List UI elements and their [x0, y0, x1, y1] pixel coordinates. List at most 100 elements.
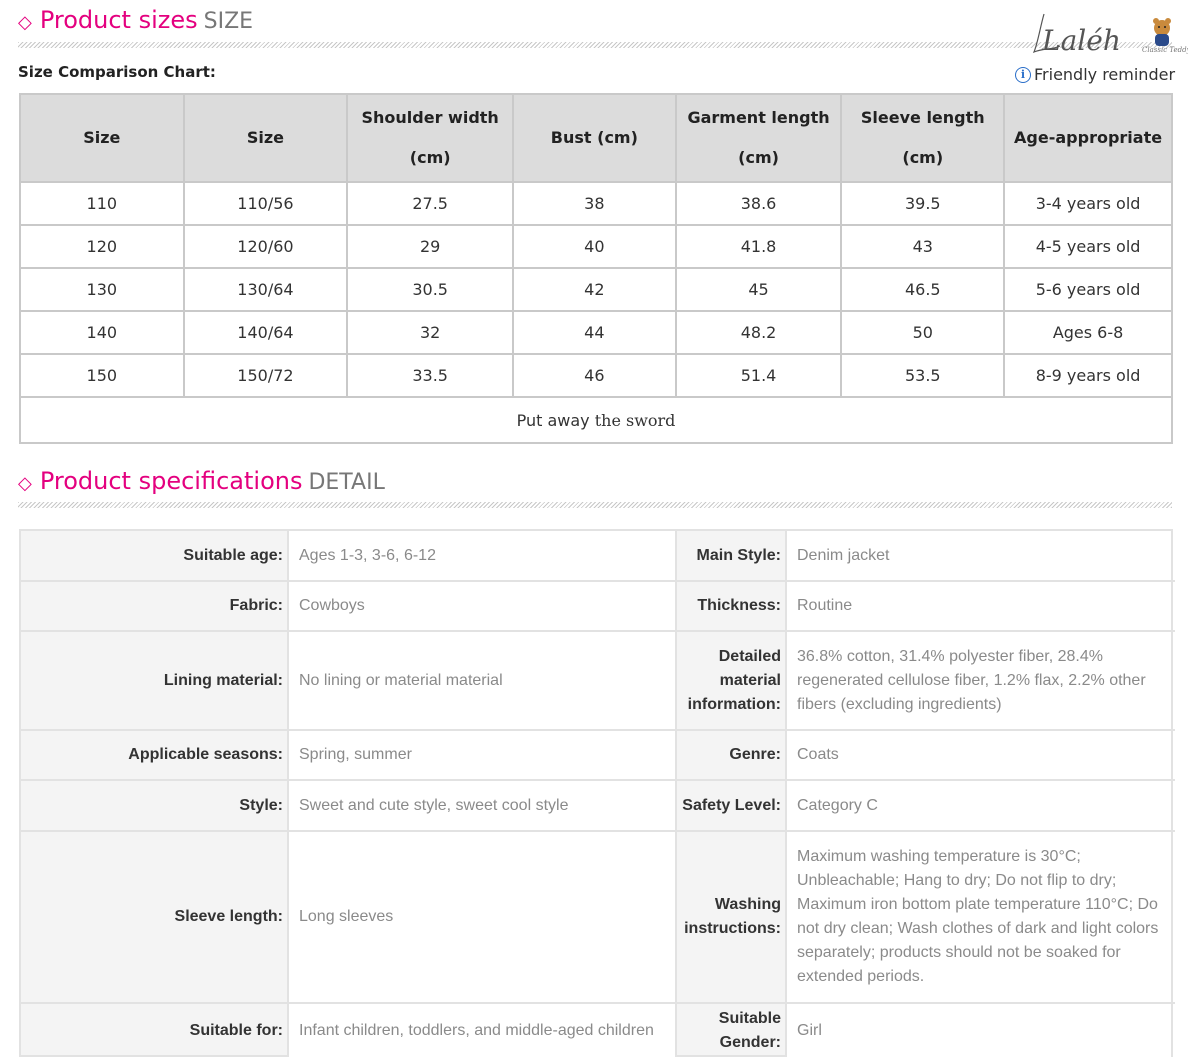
table-cell: 42: [512, 267, 677, 312]
table-cell: 30.5: [346, 267, 515, 312]
specifications-table: Suitable age: Ages 1-3, 3-6, 6-12 Main S…: [19, 529, 1175, 1057]
table-cell: 39.5: [840, 181, 1006, 226]
table-cell: 150/72: [182, 353, 349, 398]
table-cell: 53.5: [840, 353, 1006, 398]
table-row: 110 110/56 27.5 38 38.6 39.5 3-4 years o…: [19, 181, 1173, 226]
table-cell: 48.2: [674, 310, 843, 355]
table-cell: 33.5: [346, 353, 515, 398]
spec-row: Suitable for: Infant children, toddlers,…: [21, 1004, 1175, 1057]
spec-label: Fabric:: [229, 597, 283, 614]
table-row: 140 140/64 32 44 48.2 50 Ages 6-8: [19, 310, 1173, 355]
spec-value: Girl: [785, 1004, 1173, 1057]
spec-value: Maximum washing temperature is 30°C; Unb…: [785, 832, 1173, 1002]
spec-row: Applicable seasons: Spring, summer Genre…: [21, 731, 1175, 781]
footer-text-b: the sword: [594, 410, 676, 430]
logo-wordmark: Laléh: [1041, 24, 1121, 57]
table-cell: 120/60: [182, 224, 349, 269]
diamond-icon: ◇: [18, 473, 32, 494]
table-cell: 38: [512, 181, 677, 226]
table-cell: 29: [346, 224, 515, 269]
table-cell: 43: [840, 224, 1006, 269]
spec-value: Category C: [785, 781, 1173, 830]
table-row: 150 150/72 33.5 46 51.4 53.5 8-9 years o…: [19, 353, 1173, 398]
info-icon: i: [1015, 66, 1031, 83]
spec-value: Spring, summer: [287, 731, 677, 779]
size-section-header: ◇ Product sizes SIZE: [18, 6, 253, 34]
size-section-title: Product sizes: [39, 6, 198, 34]
column-header: Age-appropriate: [1003, 93, 1173, 183]
spec-row: Style: Sweet and cute style, sweet cool …: [21, 781, 1175, 832]
column-header: Sleeve length (cm): [840, 93, 1006, 183]
detail-section-subtitle: DETAIL: [308, 470, 385, 495]
table-cell: 46.5: [840, 267, 1006, 312]
spec-row: Sleeve length: Long sleeves Washing inst…: [21, 832, 1175, 1004]
table-cell: Ages 6-8: [1003, 310, 1173, 355]
table-cell: 5-6 years old: [1003, 267, 1173, 312]
spec-label: Safety Level:: [682, 796, 781, 814]
spec-value: Cowboys: [287, 582, 677, 630]
table-cell: 150: [19, 353, 185, 398]
spec-label: Detailed material information:: [687, 647, 781, 713]
table-cell: 41.8: [674, 224, 843, 269]
spec-label: Thickness:: [697, 597, 781, 614]
table-row: 120 120/60 29 40 41.8 43 4-5 years old: [19, 224, 1173, 269]
spec-label: Main Style:: [696, 546, 781, 564]
table-cell: 130: [19, 267, 185, 312]
column-header: Size: [182, 93, 349, 183]
spec-value: Coats: [785, 731, 1173, 779]
table-cell: 140: [19, 310, 185, 355]
diamond-icon: ◇: [18, 12, 32, 33]
column-header: Size: [19, 93, 185, 183]
column-header: Bust (cm): [512, 93, 677, 183]
spec-value: 36.8% cotton, 31.4% polyester fiber, 28.…: [785, 632, 1173, 729]
table-cell: 4-5 years old: [1003, 224, 1173, 269]
spec-label: Suitable for:: [189, 1021, 283, 1039]
detail-section-header: ◇ Product specifications DETAIL: [18, 467, 385, 495]
table-cell: 130/64: [182, 267, 349, 312]
spec-value: Sweet and cute style, sweet cool style: [287, 781, 677, 830]
reminder-label: Friendly reminder: [1034, 65, 1176, 84]
table-cell: 3-4 years old: [1003, 181, 1173, 226]
spec-value: Denim jacket: [785, 531, 1173, 580]
friendly-reminder[interactable]: i Friendly reminder: [1015, 65, 1175, 84]
table-cell: 140/64: [182, 310, 349, 355]
table-cell: 45: [674, 267, 843, 312]
size-chart-label: Size Comparison Chart:: [18, 63, 216, 81]
size-section-subtitle: SIZE: [203, 9, 254, 34]
table-header-row: Size Size Shoulder width (cm) Bust (cm) …: [19, 93, 1173, 183]
section-divider: [18, 502, 1172, 508]
spec-label: Suitable Gender:: [718, 1009, 781, 1051]
brand-logo: Laléh Classic Teddy: [1030, 8, 1192, 60]
spec-label: Genre:: [729, 746, 781, 763]
footer-text-a: Put away: [516, 410, 590, 430]
table-row: 130 130/64 30.5 42 45 46.5 5-6 years old: [19, 267, 1173, 312]
table-cell: 46: [512, 353, 677, 398]
spec-value: Routine: [785, 582, 1173, 630]
spec-row: Suitable age: Ages 1-3, 3-6, 6-12 Main S…: [21, 531, 1175, 582]
table-cell: 110: [19, 181, 185, 226]
column-header: Garment length (cm): [674, 93, 843, 183]
spec-label: Lining material:: [163, 671, 283, 689]
spec-label: Suitable age:: [183, 546, 283, 564]
spec-value: No lining or material material: [287, 632, 677, 729]
spec-value: Ages 1-3, 3-6, 6-12: [287, 531, 677, 580]
spec-row: Fabric: Cowboys Thickness: Routine: [21, 582, 1175, 632]
spec-label: Washing instructions:: [684, 896, 781, 937]
logo-script: Classic Teddy: [1142, 46, 1188, 54]
table-cell: 8-9 years old: [1003, 353, 1173, 398]
section-divider: [18, 42, 1172, 48]
column-header: Shoulder width (cm): [346, 93, 515, 183]
table-cell: 51.4: [674, 353, 843, 398]
table-cell: 27.5: [346, 181, 515, 226]
table-cell: 38.6: [674, 181, 843, 226]
table-cell: 32: [346, 310, 515, 355]
table-footer-row: Put away the sword: [19, 396, 1173, 444]
detail-section-title: Product specifications: [39, 467, 303, 495]
table-cell: 110/56: [182, 181, 349, 226]
table-footer-cell: Put away the sword: [19, 396, 1173, 444]
teddy-bear-icon: [1153, 18, 1171, 46]
spec-value: Infant children, toddlers, and middle-ag…: [287, 1004, 677, 1057]
spec-label: Sleeve length:: [174, 908, 283, 925]
table-cell: 44: [512, 310, 677, 355]
spec-value: Long sleeves: [287, 832, 677, 1002]
